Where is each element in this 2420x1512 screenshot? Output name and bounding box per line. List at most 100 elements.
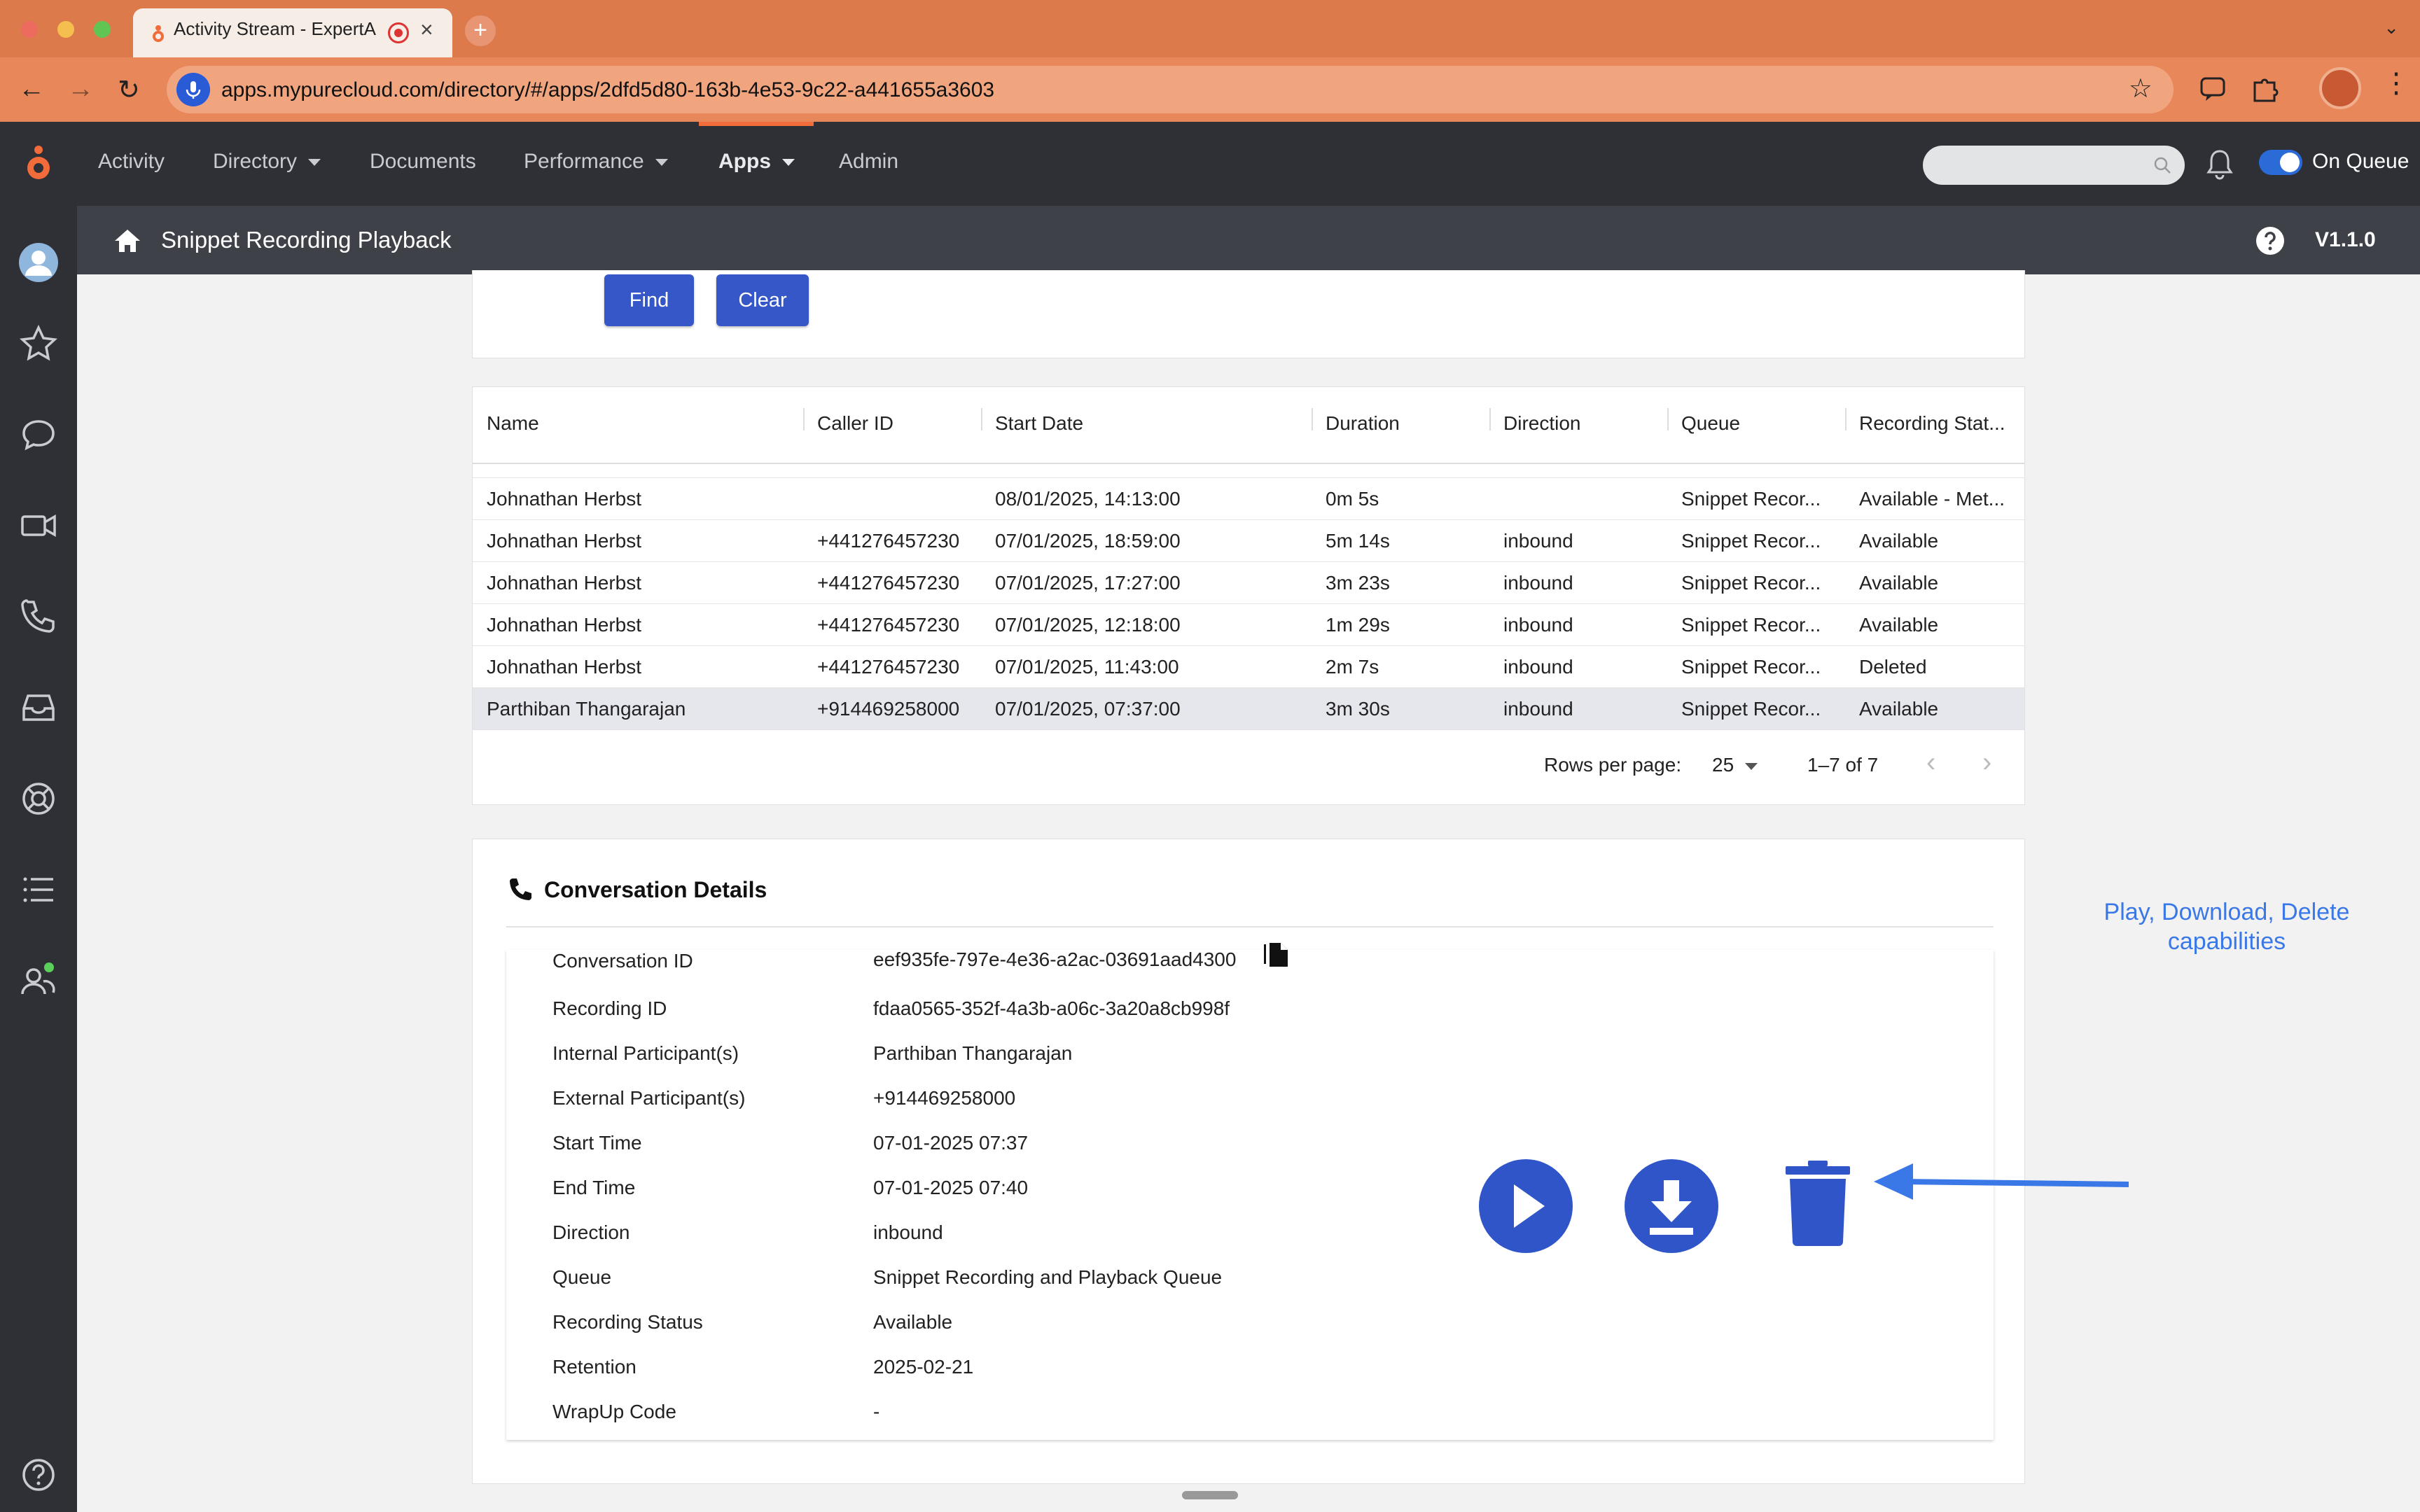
on-queue-toggle[interactable] (2259, 150, 2302, 175)
play-button[interactable] (1477, 1158, 1574, 1254)
annotation-line-1: Play, Download, Delete (2103, 899, 2350, 925)
detail-value: 07-01-2025 07:40 (873, 1177, 1029, 1198)
table-cell: Available (1859, 698, 1939, 720)
microphone-icon[interactable] (176, 73, 210, 106)
main-content: Find Clear Name Caller ID Start Date Dur… (77, 270, 2420, 1512)
profile-avatar[interactable] (2319, 67, 2361, 109)
table-cell: Available - Met... (1859, 488, 2005, 510)
close-tab-icon[interactable]: × (420, 17, 433, 43)
nav-performance[interactable]: Performance (524, 150, 668, 174)
detail-value[interactable]: fdaa0565-352f-4a3b-a06c-3a20a8cb998f (873, 997, 1230, 1020)
detail-label: Queue (552, 1266, 612, 1288)
detail-label: Recording Status (552, 1311, 703, 1333)
column-separator[interactable] (1312, 408, 1313, 430)
nav-activity[interactable]: Activity (98, 150, 165, 174)
table-cell: inbound (1503, 614, 1573, 636)
copy-document-icon[interactable] (1263, 939, 1293, 969)
table-cell: Johnathan Herbst (487, 530, 642, 552)
column-header-name[interactable]: Name (487, 412, 539, 435)
column-separator[interactable] (1489, 408, 1491, 430)
url-text: apps.mypurecloud.com/directory/#/apps/2d… (221, 78, 995, 102)
table-cell: Available (1859, 572, 1939, 594)
app-top-nav: Activity Directory Documents Performance… (0, 122, 2420, 206)
extensions-puzzle-icon[interactable] (2249, 73, 2280, 104)
column-header-recording-status[interactable]: Recording Stat... (1859, 412, 2005, 435)
nav-directory-label: Directory (213, 150, 298, 173)
home-icon[interactable] (112, 225, 143, 256)
table-row[interactable]: Johnathan Herbst 08/01/2025, 14:13:00 0m 5… (473, 478, 2024, 520)
help-circle-icon[interactable] (2255, 225, 2286, 256)
column-separator[interactable] (1845, 408, 1847, 430)
next-page-icon[interactable]: › (1982, 747, 1991, 778)
phone-icon[interactable] (18, 596, 59, 637)
find-button[interactable]: Find (604, 274, 694, 326)
previous-page-icon[interactable]: ‹ (1926, 747, 1935, 778)
detail-label: Internal Participant(s) (552, 1042, 739, 1064)
favorites-star-icon[interactable] (18, 323, 59, 364)
details-divider (506, 926, 1994, 927)
column-header-duration[interactable]: Duration (1326, 412, 1400, 435)
tab-title: Activity Stream - ExpertA (174, 18, 376, 39)
tab-list-chevron-icon[interactable]: ⌄ (2384, 17, 2399, 38)
browser-tab[interactable]: Activity Stream - ExpertA × (133, 8, 452, 57)
column-header-queue[interactable]: Queue (1681, 412, 1740, 435)
table-cell: Snippet Recor... (1681, 698, 1821, 720)
inbox-icon[interactable] (18, 687, 59, 728)
maximize-window-button[interactable] (94, 21, 111, 38)
column-separator[interactable] (803, 408, 805, 430)
table-row[interactable]: Parthiban Thangarajan +914469258000 07/01/… (473, 688, 2024, 730)
video-camera-icon[interactable] (18, 505, 59, 546)
help-question-icon[interactable] (18, 1455, 59, 1495)
back-arrow-icon[interactable]: ← (18, 74, 45, 104)
reload-icon[interactable]: ↻ (118, 74, 140, 106)
column-header-start-date[interactable]: Start Date (995, 412, 1083, 435)
table-cell: Snippet Recor... (1681, 572, 1821, 594)
bookmark-star-icon[interactable]: ☆ (2129, 73, 2153, 104)
minimize-window-button[interactable] (57, 21, 74, 38)
clear-button[interactable]: Clear (716, 274, 809, 326)
pagination-range: 1–7 of 7 (1807, 754, 1879, 776)
scroll-handle[interactable] (1182, 1491, 1238, 1499)
column-header-direction[interactable]: Direction (1503, 412, 1580, 435)
column-separator[interactable] (1667, 408, 1669, 430)
table-row[interactable]: Johnathan Herbst +441276457230 07/01/2025,… (473, 646, 2024, 688)
delete-trash-button[interactable] (1784, 1159, 1851, 1247)
user-avatar-icon[interactable] (18, 242, 59, 283)
notifications-bell-icon[interactable] (2204, 147, 2235, 181)
close-window-button[interactable] (21, 21, 38, 38)
chat-bubble-icon[interactable] (18, 414, 59, 455)
details-panel: Conversation ID eef935fe-797e-4e36-a2ac-0… (506, 943, 1994, 1440)
detail-label: End Time (552, 1177, 636, 1198)
table-row[interactable]: Johnathan Herbst +441276457230 07/01/2025,… (473, 562, 2024, 604)
people-presence-icon[interactable] (18, 960, 59, 1001)
browser-menu-icon[interactable]: ⋮ (2382, 67, 2410, 99)
table-cell: +441276457230 (817, 656, 960, 678)
table-cell: 5m 14s (1326, 530, 1390, 552)
detail-value[interactable]: eef935fe-797e-4e36-a2ac-03691aad4300 (873, 948, 1236, 971)
nav-admin[interactable]: Admin (839, 150, 898, 174)
app-header: Snippet Recording Playback V1.1.0 (77, 206, 2420, 274)
rows-per-page-select[interactable]: 25 (1712, 754, 1758, 776)
genesys-logo-icon[interactable] (22, 143, 55, 185)
detail-label: WrapUp Code (552, 1401, 676, 1422)
column-header-caller-id[interactable]: Caller ID (817, 412, 893, 435)
table-cell: 07/01/2025, 12:18:00 (995, 614, 1181, 636)
new-tab-button[interactable]: + (465, 15, 496, 46)
nav-apps[interactable]: Apps (718, 150, 795, 174)
column-separator[interactable] (981, 408, 982, 430)
address-bar[interactable]: apps.mypurecloud.com/directory/#/apps/2d… (167, 66, 2174, 113)
nav-directory[interactable]: Directory (213, 150, 321, 174)
table-cell: 07/01/2025, 18:59:00 (995, 530, 1181, 552)
download-button[interactable] (1623, 1158, 1720, 1254)
global-search-input[interactable] (1923, 146, 2185, 185)
support-lifebuoy-icon[interactable] (18, 778, 59, 819)
forward-arrow-icon[interactable]: → (67, 74, 94, 104)
table-row[interactable]: Johnathan Herbst +441276457230 07/01/2025,… (473, 604, 2024, 646)
table-cell: +914469258000 (817, 698, 960, 720)
table-row[interactable]: Johnathan Herbst +441276457230 07/01/2025,… (473, 520, 2024, 562)
list-icon[interactable] (18, 869, 59, 910)
detail-label: Recording ID (552, 997, 667, 1019)
extension-chat-icon[interactable] (2197, 73, 2228, 104)
table-cell: 3m 30s (1326, 698, 1390, 720)
nav-documents[interactable]: Documents (370, 150, 476, 174)
